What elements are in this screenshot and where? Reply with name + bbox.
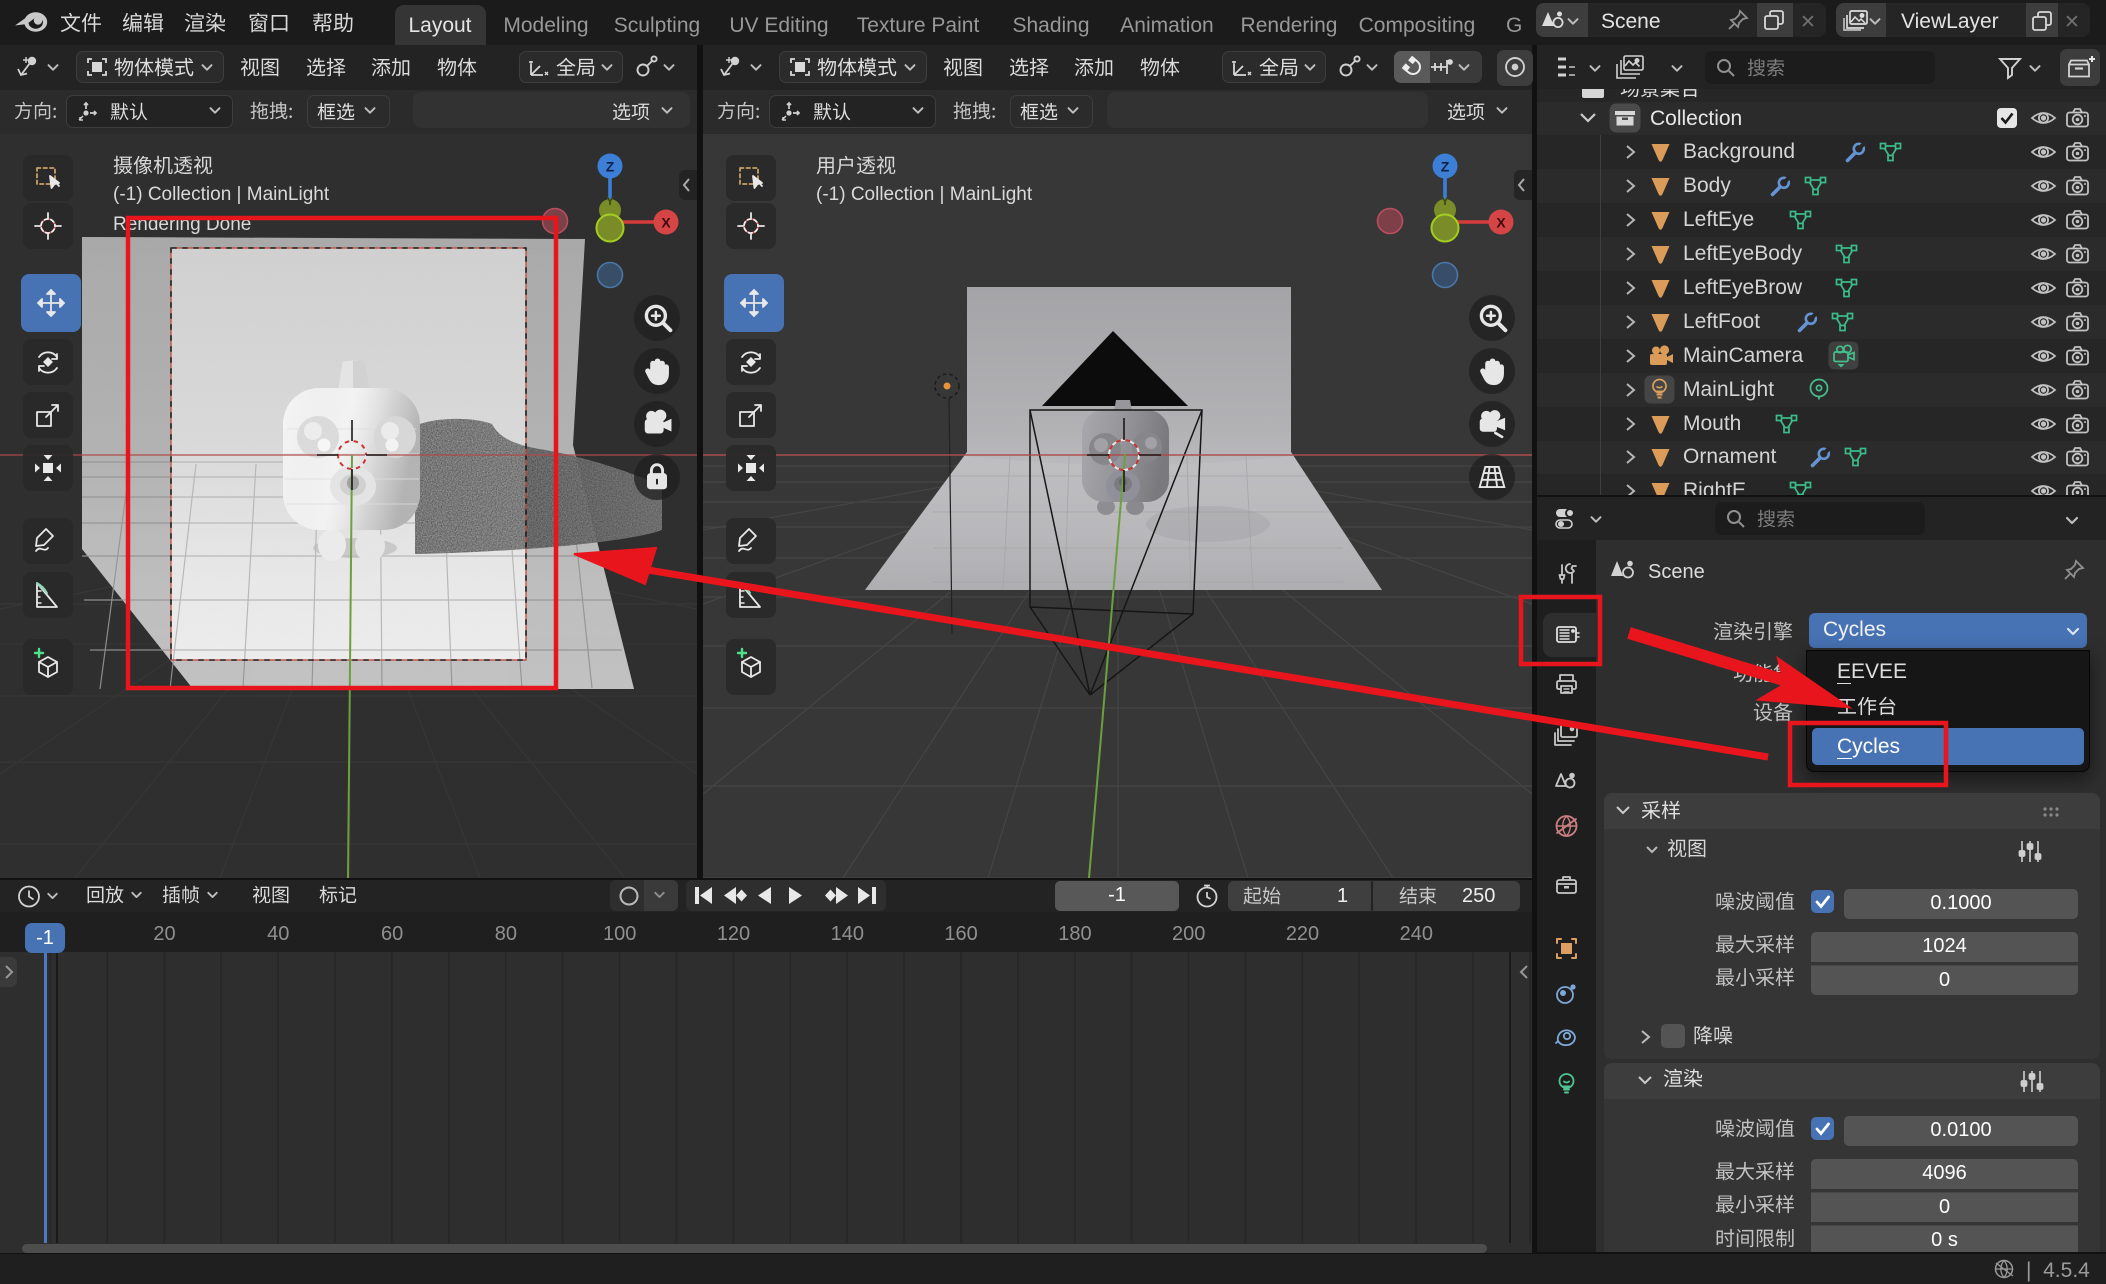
svg-text:Y: Y xyxy=(606,194,614,208)
svg-text:X: X xyxy=(661,215,671,231)
svg-text:Z: Z xyxy=(606,159,615,175)
svg-text:Z: Z xyxy=(1441,159,1450,175)
svg-text:Y: Y xyxy=(1441,194,1449,208)
svg-text:X: X xyxy=(1496,215,1506,231)
